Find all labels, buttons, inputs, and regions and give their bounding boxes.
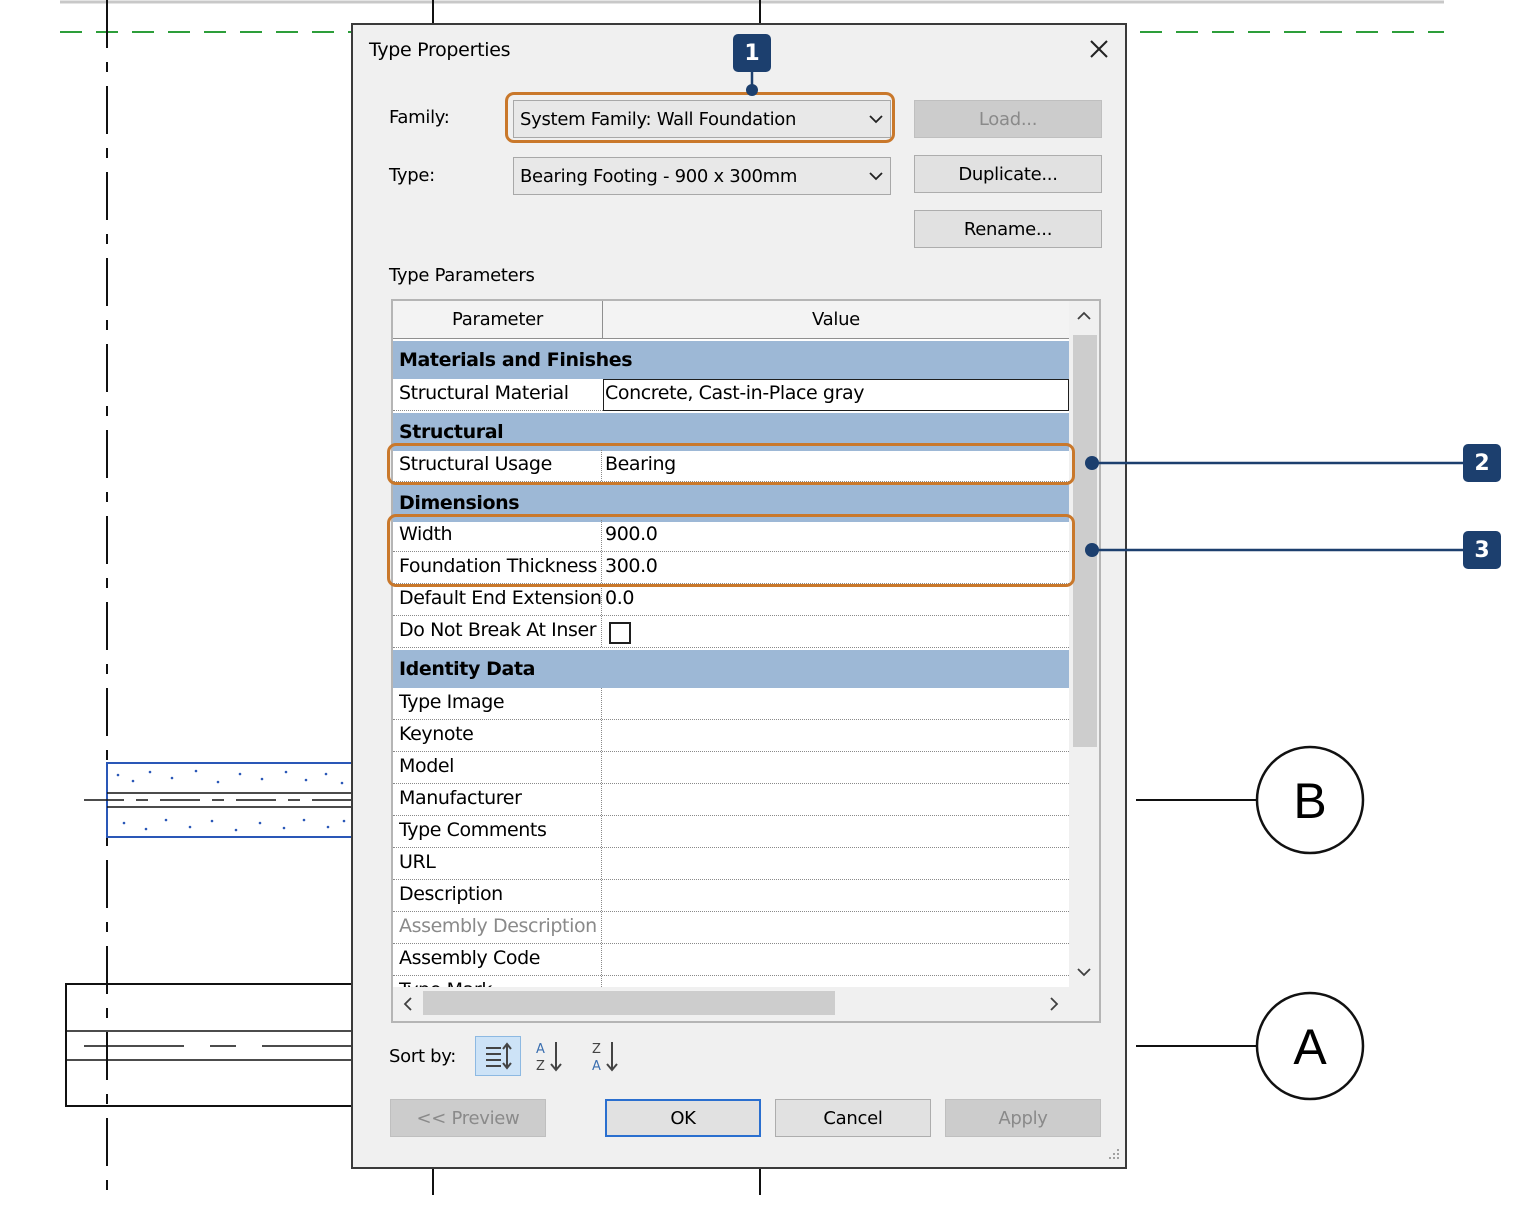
callout-1: 1 <box>733 34 771 72</box>
callout-2: 2 <box>1463 444 1501 482</box>
callout-leaders <box>746 72 1463 557</box>
callout-3: 3 <box>1463 531 1501 569</box>
